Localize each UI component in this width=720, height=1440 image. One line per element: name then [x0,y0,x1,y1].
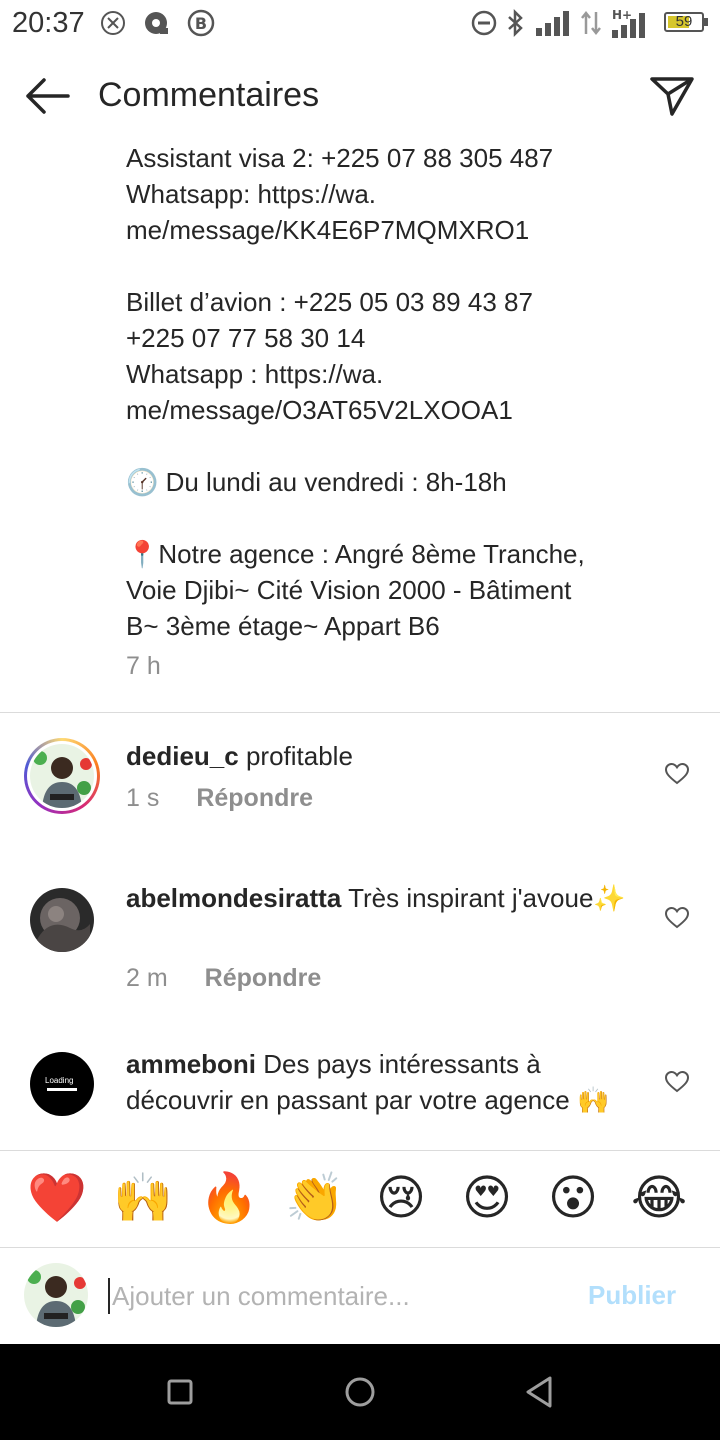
caption-time: 7 h [126,652,161,680]
divider [0,712,720,713]
comment-username[interactable]: ammeboni [126,1049,256,1079]
comment-body: profitable [245,741,353,771]
emoji-raised-hands[interactable]: 🙌 [113,1171,173,1227]
caption-line[interactable]: Whatsapp : https://wa. [126,356,696,392]
comment-meta: 2 m Répondre [126,964,321,993]
bluetooth-icon [508,8,523,38]
caption-line: Assistant visa 2: +225 07 88 305 487 [126,143,554,173]
hplus-signal-icon: H+ [612,8,645,38]
comment-username[interactable]: abelmondesiratta [126,883,341,913]
comment-body: Très inspirant j'avoue✨ [348,883,626,913]
svg-text:H+: H+ [612,8,632,22]
avatar[interactable] [30,888,94,952]
heart-icon[interactable] [664,1070,690,1094]
heart-icon[interactable] [664,762,690,786]
comment-text: abelmondesiratta Très inspirant j'avoue✨ [126,880,636,916]
comment-text: dedieu_c profitable [126,738,636,774]
page-title: Commentaires [98,76,320,114]
caption-line: Voie Djibi~ Cité Vision 2000 - Bâtiment [126,575,572,605]
caption-line: B~ 3ème étage~ Appart B6 [126,611,440,641]
avatar[interactable]: Loading [30,1052,94,1116]
emoji-laughing[interactable]: 😂 [629,1171,689,1227]
data-arrows-icon [581,10,601,36]
caption-line: +225 07 77 58 30 14 [126,323,366,353]
heart-icon[interactable] [664,906,690,930]
notification-x-icon [101,11,125,35]
emoji-clapping[interactable]: 👏 [285,1171,345,1227]
post-caption: Assistant visa 2: +225 07 88 305 487 Wha… [126,140,696,644]
do-not-disturb-icon [471,10,497,36]
signal-icon [536,11,569,36]
status-time: 20:37 [12,7,85,39]
comment-text: ammeboni Des pays intéressants à découvr… [126,1046,636,1118]
text-cursor [108,1278,110,1314]
caption-line[interactable]: me/message/KK4E6P7MQMXRO1 [126,212,696,248]
emoji-crying[interactable]: 😢 [371,1171,431,1227]
caption-line: Billet d’avion : +225 05 03 89 43 87 [126,287,533,317]
comment-meta: 1 s Répondre [126,784,313,813]
battery-icon: 59 [664,12,708,32]
avatar[interactable] [30,744,94,808]
avatar-label: Loading [45,1076,74,1085]
record-icon [145,12,168,34]
caption-line: 📍Notre agence : Angré 8ème Tranche, [126,539,585,569]
caption-line[interactable]: Whatsapp: https://wa. [126,176,696,212]
back-triangle-icon[interactable] [522,1372,556,1412]
home-circle-icon[interactable] [342,1372,378,1412]
caption-line: 🕜 Du lundi au vendredi : 8h-18h [126,467,507,497]
status-bar: 20:37 B H+ 59 [0,0,720,48]
emoji-fire[interactable]: 🔥 [199,1171,259,1227]
comment-item: Loading ammeboni Des pays intéressants à… [0,1044,720,1150]
emoji-heart[interactable]: ❤️ [27,1171,87,1227]
emoji-surprised[interactable]: 😮 [543,1171,603,1227]
reply-button[interactable]: Répondre [205,964,322,992]
comment-username[interactable]: dedieu_c [126,741,239,771]
caption-line[interactable]: me/message/O3AT65V2LXOOA1 [126,392,696,428]
comment-time: 2 m [126,964,168,992]
recents-square-icon[interactable] [166,1372,194,1412]
publish-button[interactable]: Publier [588,1280,676,1311]
svg-text:B: B [195,14,207,33]
header: Commentaires [0,56,720,136]
comment-composer: Publier [0,1248,720,1344]
b-circle-icon: B [187,9,215,37]
system-nav-bar [0,1344,720,1440]
avatar [24,1263,88,1327]
emoji-heart-eyes[interactable]: 😍 [457,1171,517,1227]
emoji-reaction-bar: ❤️ 🙌 🔥 👏 😢 😍 😮 😂 [0,1150,720,1248]
reply-button[interactable]: Répondre [196,784,313,812]
battery-level: 59 [675,13,693,30]
comment-input[interactable] [112,1276,552,1316]
arrow-left-icon[interactable] [24,76,72,116]
comment-time: 1 s [126,784,160,812]
send-icon[interactable] [648,74,696,118]
